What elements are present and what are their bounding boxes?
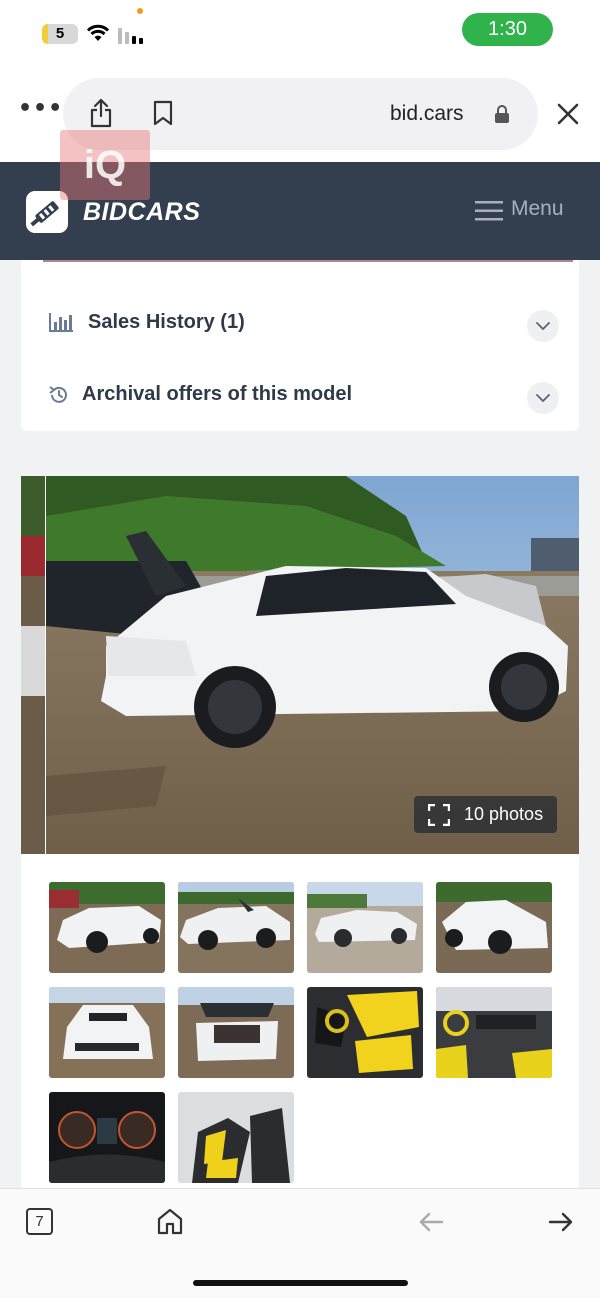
fullscreen-photos-button[interactable]: 10 photos — [414, 796, 557, 833]
accordion-card: Sales History (1) Archival offers of thi… — [21, 260, 579, 431]
thumbnail[interactable] — [436, 882, 552, 973]
page-content: Sales History (1) Archival offers of thi… — [0, 260, 600, 1188]
fullscreen-icon — [428, 804, 450, 826]
back-arrow-icon[interactable] — [418, 1211, 444, 1233]
photo-count-label: 10 photos — [464, 804, 544, 824]
accordion-sales-history[interactable]: Sales History (1) — [21, 294, 579, 354]
logo-text[interactable]: BIDCARS — [83, 198, 200, 227]
bookmark-icon[interactable] — [152, 100, 174, 126]
home-indicator — [193, 1280, 408, 1286]
thumbnail[interactable] — [307, 882, 423, 973]
expand-button[interactable] — [527, 310, 559, 342]
thumbnail[interactable] — [49, 882, 165, 973]
tabs-icon[interactable]: 7 — [26, 1208, 53, 1235]
hamburger-icon[interactable] — [475, 200, 503, 222]
previous-photo-peek[interactable] — [21, 476, 45, 854]
thumbnail[interactable] — [49, 987, 165, 1078]
expand-button[interactable] — [527, 382, 559, 414]
watermark-logo: iQ — [60, 130, 150, 200]
close-icon[interactable] — [557, 103, 579, 125]
home-icon[interactable] — [156, 1207, 184, 1235]
wifi-icon — [86, 24, 110, 41]
accordion-label: Sales History (1) — [88, 311, 245, 333]
accordion-archival-offers[interactable]: Archival offers of this model — [21, 366, 579, 426]
photo-gallery: 10 photos — [21, 476, 579, 1188]
thumbnail[interactable] — [436, 987, 552, 1078]
bar-chart-icon — [49, 313, 73, 332]
thumbnail[interactable] — [307, 987, 423, 1078]
clock: 1:30 — [462, 13, 553, 46]
thumbnail[interactable] — [178, 882, 294, 973]
privacy-indicator-dot — [137, 8, 143, 14]
thumbnail[interactable] — [178, 987, 294, 1078]
divider — [43, 260, 573, 262]
signal-bars-icon — [118, 28, 143, 44]
menu-button[interactable]: Menu — [511, 197, 564, 221]
share-icon[interactable] — [89, 98, 113, 128]
status-bar: 5 1:30 — [0, 0, 600, 60]
thumbnail[interactable] — [178, 1092, 294, 1183]
chevron-down-icon — [536, 322, 550, 330]
forward-arrow-icon[interactable] — [548, 1211, 574, 1233]
accordion-label: Archival offers of this model — [82, 383, 353, 405]
url-text[interactable]: bid.cars — [390, 102, 464, 126]
cellular-badge: 5 — [42, 24, 78, 44]
chevron-down-icon — [536, 394, 550, 402]
thumbnail[interactable] — [49, 1092, 165, 1183]
history-icon — [49, 386, 67, 403]
browser-bottom-toolbar: 7 — [0, 1188, 600, 1298]
more-icon[interactable]: ••• — [18, 98, 63, 120]
lock-icon — [495, 105, 509, 123]
